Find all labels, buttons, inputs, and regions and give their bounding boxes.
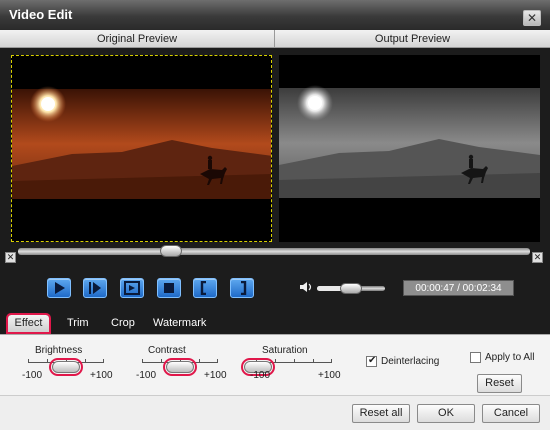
saturation-tick bbox=[275, 359, 276, 362]
saturation-min: -100 bbox=[250, 370, 271, 381]
saturation-tick bbox=[313, 359, 314, 362]
brightness-slider-thumb[interactable] bbox=[49, 358, 83, 376]
contrast-label: Contrast bbox=[148, 345, 186, 356]
tab-crop[interactable]: Crop bbox=[111, 315, 135, 332]
contrast-tick bbox=[142, 359, 143, 362]
contrast-slider-thumb[interactable] bbox=[163, 358, 197, 376]
contrast-tick bbox=[217, 359, 218, 362]
apply-to-all-checkbox[interactable] bbox=[470, 352, 481, 363]
snapshot-button[interactable] bbox=[120, 278, 144, 298]
saturation-tick bbox=[331, 359, 332, 362]
mark-end-button[interactable] bbox=[230, 278, 254, 298]
mark-start-icon bbox=[200, 281, 206, 295]
trim-end-marker[interactable]: ✕ bbox=[532, 252, 543, 263]
brightness-tick bbox=[85, 359, 86, 362]
dialog-footer: Reset all OK Cancel bbox=[0, 396, 550, 430]
cancel-button[interactable]: Cancel bbox=[482, 404, 540, 423]
brightness-min: -100 bbox=[22, 370, 43, 381]
reset-all-button[interactable]: Reset all bbox=[352, 404, 410, 423]
play-button[interactable] bbox=[47, 278, 71, 298]
stop-button[interactable] bbox=[157, 278, 181, 298]
window-title: Video Edit bbox=[9, 7, 73, 22]
ok-button[interactable]: OK bbox=[417, 404, 475, 423]
contrast-min: -100 bbox=[136, 370, 157, 381]
seek-bar[interactable] bbox=[18, 245, 530, 257]
brightness-tick bbox=[47, 359, 48, 362]
trim-start-marker[interactable]: ✕ bbox=[5, 252, 16, 263]
saturation-label: Saturation bbox=[262, 345, 308, 356]
next-frame-button[interactable] bbox=[83, 278, 107, 298]
brightness-max: +100 bbox=[90, 370, 113, 381]
saturation-tick bbox=[294, 359, 295, 362]
close-button[interactable]: ✕ bbox=[523, 10, 541, 26]
brightness-label: Brightness bbox=[35, 345, 83, 356]
time-display: 00:00:47 / 00:02:34 bbox=[403, 280, 514, 296]
deinterlacing-label: Deinterlacing bbox=[381, 356, 440, 367]
saturation-max: +100 bbox=[318, 370, 341, 381]
contrast-tick bbox=[161, 359, 162, 362]
snapshot-icon bbox=[124, 281, 140, 295]
brightness-tick bbox=[28, 359, 29, 362]
next-frame-icon bbox=[89, 282, 101, 294]
play-icon bbox=[55, 282, 65, 294]
tab-watermark[interactable]: Watermark bbox=[153, 315, 206, 332]
mark-start-button[interactable] bbox=[193, 278, 217, 298]
effect-panel: Brightness -100 +100 Contrast -100 +100 … bbox=[0, 334, 550, 396]
mark-end-icon bbox=[241, 281, 247, 295]
volume-slider[interactable] bbox=[317, 283, 385, 294]
preview-stage: Original Preview Output Preview ✕ ✕ 00:0… bbox=[0, 30, 550, 312]
reset-button[interactable]: Reset bbox=[477, 374, 522, 393]
contrast-tick bbox=[199, 359, 200, 362]
volume-thumb[interactable] bbox=[340, 283, 362, 294]
tab-bar: Effect Trim Crop Watermark bbox=[0, 312, 550, 334]
output-preview-header: Output Preview bbox=[275, 30, 550, 48]
apply-to-all-label: Apply to All bbox=[485, 352, 535, 363]
volume-icon[interactable] bbox=[299, 281, 313, 293]
output-preview-video bbox=[279, 55, 540, 242]
tab-trim[interactable]: Trim bbox=[67, 315, 89, 332]
contrast-max: +100 bbox=[204, 370, 227, 381]
original-video-frame bbox=[12, 56, 271, 241]
original-preview-header: Original Preview bbox=[0, 30, 275, 48]
original-preview-video bbox=[11, 55, 272, 242]
checkmark-icon: ✔ bbox=[368, 355, 377, 366]
output-video-frame bbox=[279, 55, 540, 242]
brightness-tick bbox=[103, 359, 104, 362]
tab-effect[interactable]: Effect bbox=[6, 313, 51, 334]
deinterlacing-checkbox[interactable]: ✔ bbox=[366, 355, 377, 367]
title-bar: Video Edit ✕ bbox=[0, 0, 550, 30]
seek-thumb[interactable] bbox=[160, 245, 183, 257]
stop-icon bbox=[164, 283, 174, 293]
